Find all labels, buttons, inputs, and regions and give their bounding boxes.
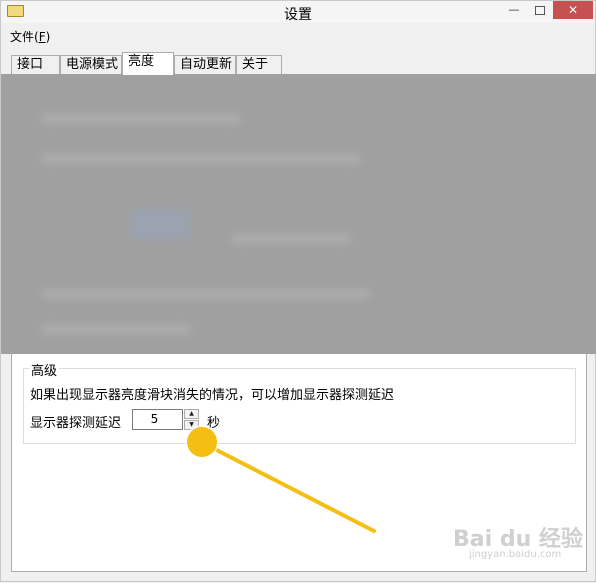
- tab-brightness[interactable]: 亮度: [122, 52, 174, 75]
- callout-marker: [187, 427, 217, 457]
- settings-window: 设置 — ✕ 文件(F) 接口 电源模式 亮度 自动更新 关于 高级 如果出现显…: [0, 0, 596, 582]
- baidu-watermark-url: jingyan.baidu.com: [469, 549, 562, 560]
- callout-pointer-line: [199, 440, 376, 533]
